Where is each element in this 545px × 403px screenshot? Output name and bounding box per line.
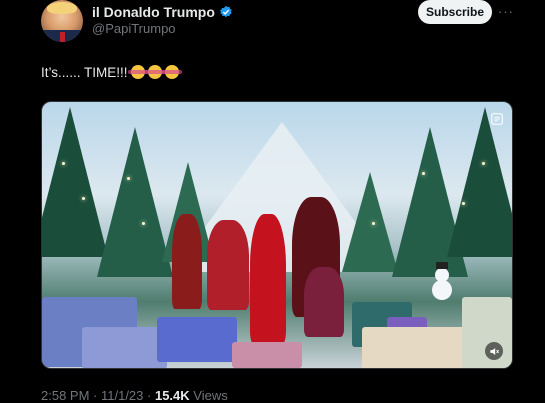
tree-light (127, 177, 130, 180)
tweet-text: It’s...... TIME!!! (41, 65, 182, 80)
dancer-front (304, 267, 344, 337)
gift-box (157, 317, 237, 362)
tree-light (62, 162, 65, 165)
christmas-tree (342, 172, 398, 272)
snowman (430, 262, 454, 302)
tree-light (462, 202, 465, 205)
speaker-muted-icon (489, 347, 499, 355)
author-name-row[interactable]: il Donaldo Trumpo (92, 4, 233, 20)
author-handle[interactable]: @PapiTrumpo (92, 21, 176, 36)
subscribe-button[interactable]: Subscribe (418, 0, 492, 24)
hot-face-emoji-icon (161, 65, 182, 79)
author-avatar[interactable] (41, 0, 83, 42)
gift-box (82, 327, 167, 368)
verified-badge-icon (219, 5, 232, 18)
hot-face-emoji-icon (127, 65, 148, 79)
gift-box (462, 297, 512, 368)
tree-light (142, 222, 145, 225)
tweet-time[interactable]: 2:58 PM (41, 388, 89, 403)
avatar-hair (47, 2, 77, 14)
media-settings-icon[interactable] (490, 112, 504, 126)
views-label: Views (193, 388, 228, 403)
tree-light (82, 197, 85, 200)
snowman-hat (436, 262, 448, 269)
views-count: 15.4K (154, 388, 190, 403)
snowman-head (435, 268, 449, 282)
meta-separator: · (89, 388, 101, 403)
dancer (172, 214, 202, 309)
dancer-sweater (207, 220, 249, 310)
sound-toggle-button[interactable] (485, 342, 503, 360)
tweet-text-content: It’s...... TIME!!! (41, 65, 128, 80)
tweet-video[interactable] (41, 101, 513, 369)
hot-face-emoji-icon (144, 65, 165, 79)
christmas-tree (447, 107, 512, 257)
author-name[interactable]: il Donaldo Trumpo (92, 4, 215, 20)
gift-box (232, 342, 302, 368)
snowman-body (432, 280, 452, 300)
meta-separator: · (143, 388, 155, 403)
tweet-metadata: 2:58 PM · 11/1/23 · 15.4K Views (41, 388, 228, 403)
gift-box (362, 327, 472, 368)
dancer-red-suit (250, 214, 286, 344)
tree-light (422, 172, 425, 175)
tree-light (482, 162, 485, 165)
avatar-tie (60, 32, 65, 42)
tree-light (372, 222, 375, 225)
more-options-icon[interactable]: ··· (498, 4, 514, 19)
tweet-date[interactable]: 11/1/23 (101, 388, 143, 403)
